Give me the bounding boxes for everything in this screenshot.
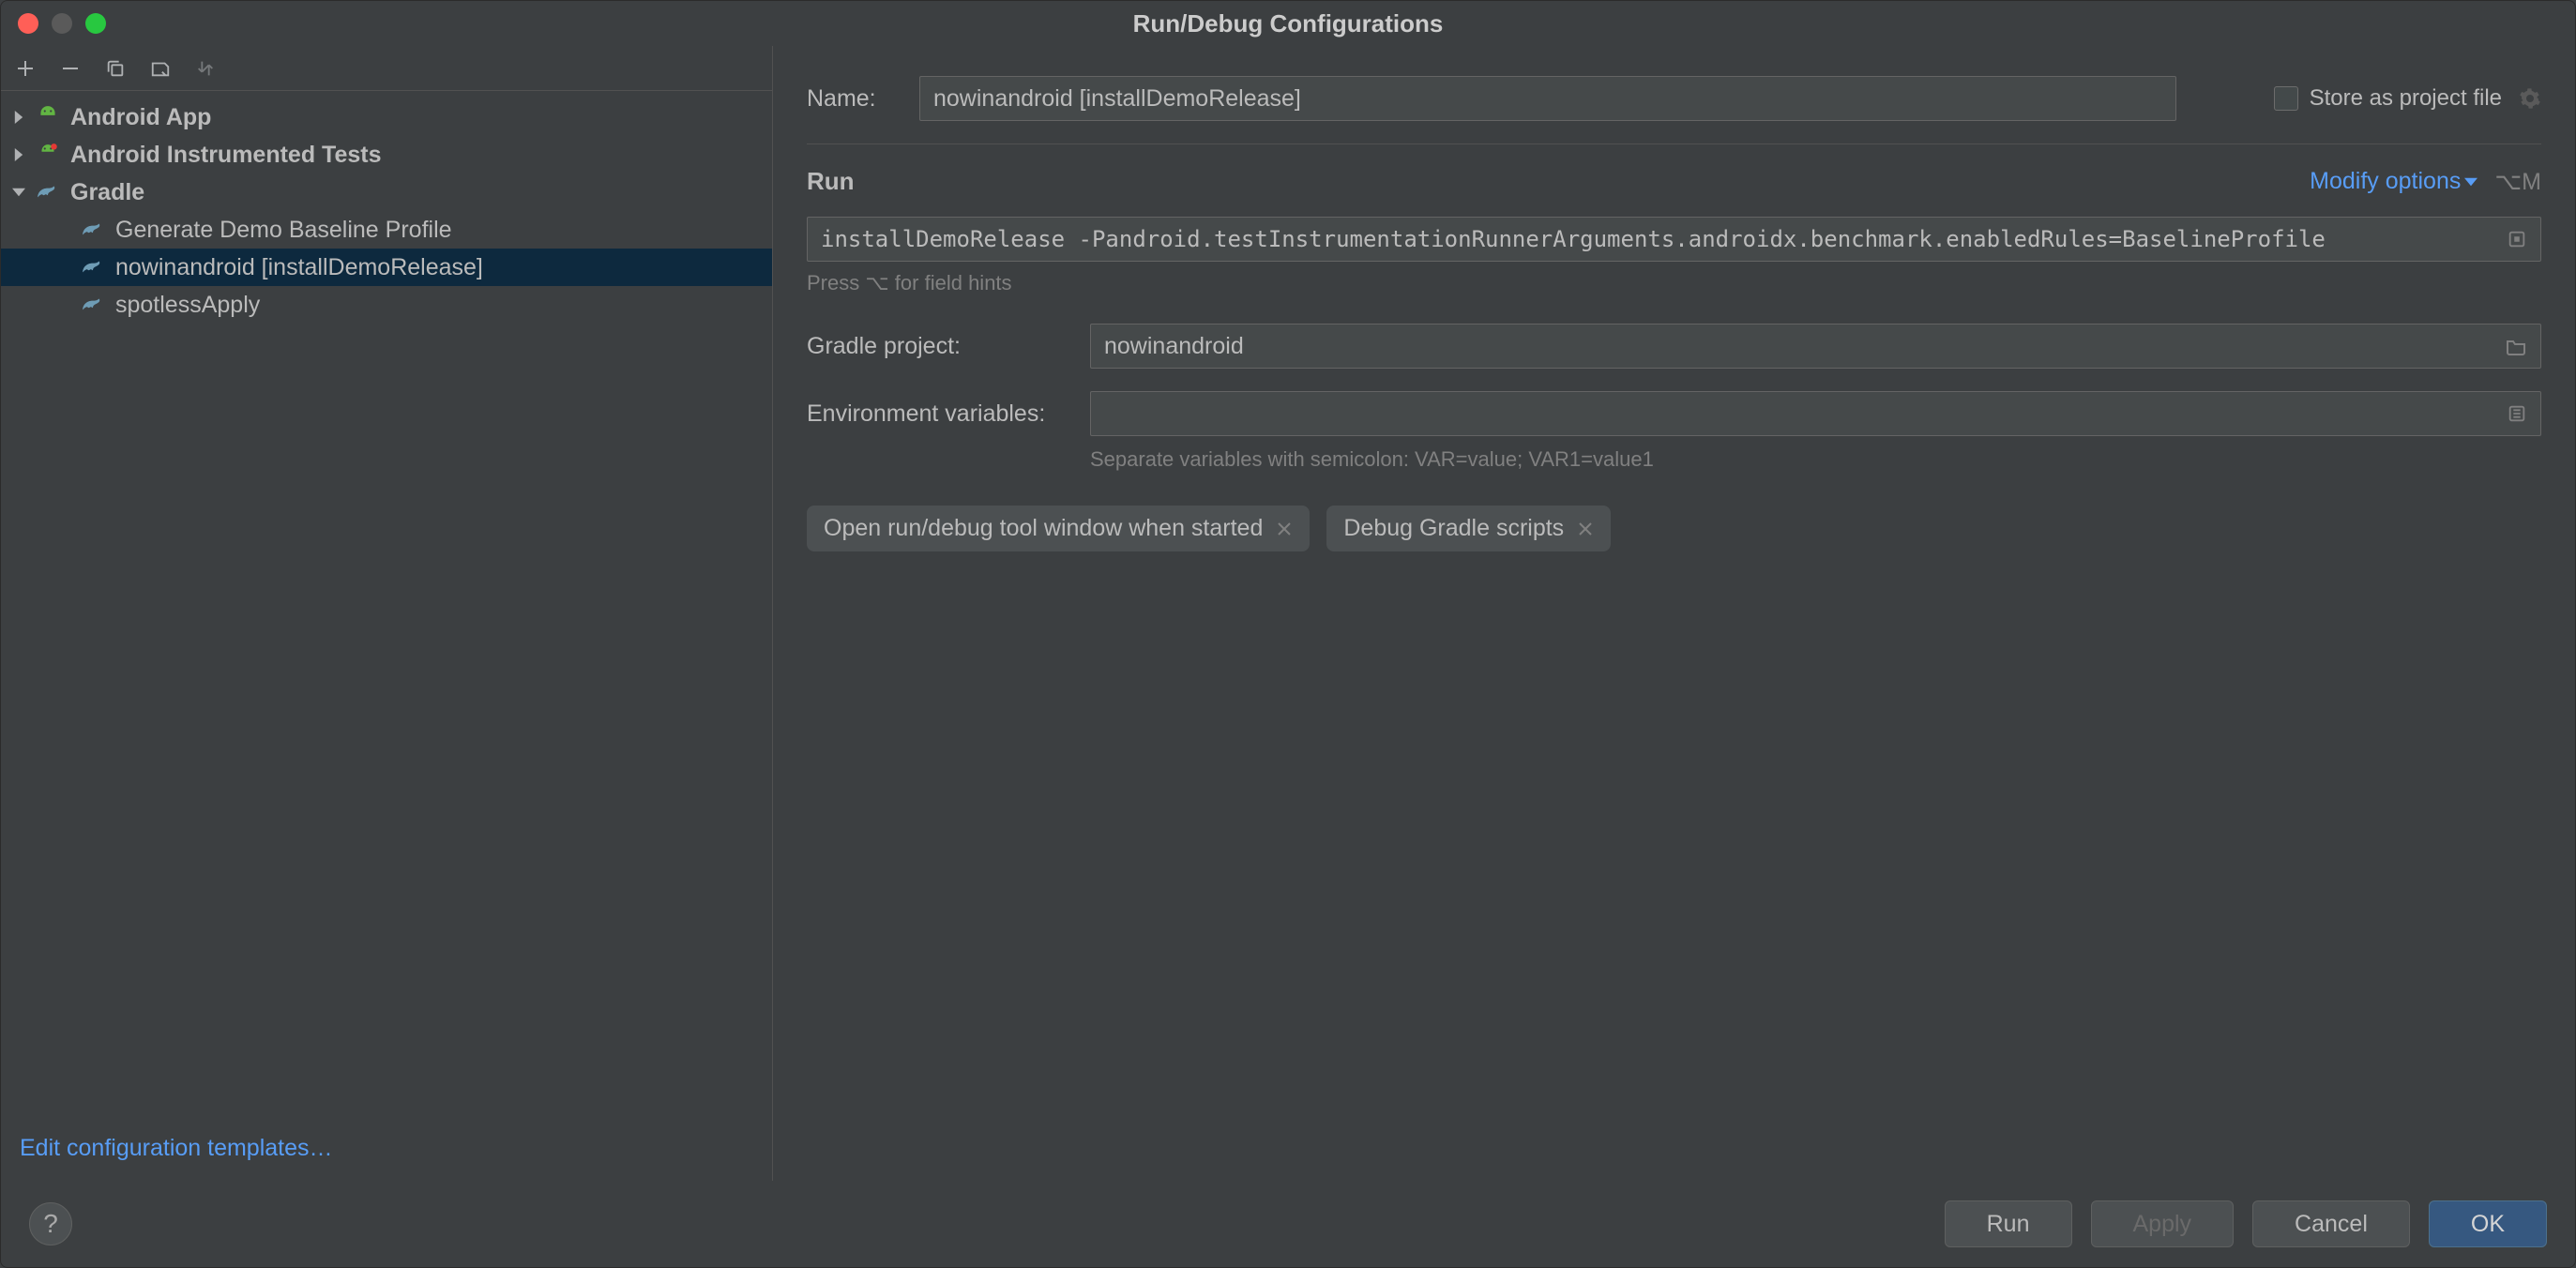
- gradle-icon: [80, 292, 106, 318]
- save-configuration-button[interactable]: [147, 55, 174, 82]
- traffic-lights: [18, 13, 106, 34]
- zoom-window-button[interactable]: [85, 13, 106, 34]
- option-chips: Open run/debug tool window when started …: [807, 506, 2541, 551]
- modify-options-link[interactable]: Modify options: [2310, 168, 2478, 195]
- gear-icon[interactable]: [2519, 87, 2541, 110]
- add-configuration-button[interactable]: [12, 55, 38, 82]
- config-content: Name: Store as project file Run Modify o…: [773, 46, 2575, 1181]
- expand-icon[interactable]: [2507, 229, 2527, 249]
- store-as-file-checkbox[interactable]: [2274, 86, 2298, 111]
- env-row: Environment variables:: [807, 391, 2541, 436]
- android-icon: [35, 104, 61, 130]
- configuration-tree: Android App Android Instrumented Tests: [1, 91, 772, 1116]
- store-as-file-label: Store as project file: [2310, 85, 2502, 112]
- copy-configuration-button[interactable]: [102, 55, 129, 82]
- tree-group-android-app[interactable]: Android App: [1, 98, 772, 136]
- tree-item-spotlessapply[interactable]: spotlessApply: [1, 286, 772, 324]
- tree-label: Generate Demo Baseline Profile: [115, 217, 452, 244]
- run-section-header: Run Modify options ⌥M: [807, 167, 2541, 196]
- run-debug-dialog: Run/Debug Configurations: [0, 0, 2576, 1268]
- env-field: [1090, 391, 2541, 436]
- titlebar: Run/Debug Configurations: [1, 1, 2575, 46]
- chevron-right-icon: [8, 144, 29, 165]
- tree-label: spotlessApply: [115, 292, 260, 319]
- gradle-project-input[interactable]: [1104, 325, 2505, 368]
- gradle-icon: [80, 254, 106, 280]
- button-bar: ? Run Apply Cancel OK: [1, 1181, 2575, 1267]
- tree-item-installdemorelease[interactable]: nowinandroid [installDemoRelease]: [1, 249, 772, 286]
- run-section-title: Run: [807, 167, 855, 196]
- name-label: Name:: [807, 85, 919, 113]
- help-button[interactable]: ?: [29, 1202, 72, 1245]
- chip-label: Open run/debug tool window when started: [824, 515, 1263, 542]
- chevron-down-icon: [8, 182, 29, 203]
- run-button[interactable]: Run: [1945, 1200, 2072, 1247]
- tree-label: Android App: [70, 104, 211, 131]
- close-icon[interactable]: [1276, 521, 1293, 537]
- gradle-project-row: Gradle project:: [807, 324, 2541, 369]
- separator: [807, 143, 2541, 144]
- name-row: Name: Store as project file: [807, 76, 2541, 121]
- gradle-project-label: Gradle project:: [807, 333, 1090, 360]
- tree-label: Gradle: [70, 179, 144, 206]
- close-icon[interactable]: [1577, 521, 1594, 537]
- env-label: Environment variables:: [807, 400, 1090, 428]
- tree-label: nowinandroid [installDemoRelease]: [115, 254, 483, 281]
- gradle-icon: [35, 179, 61, 205]
- chip-label: Debug Gradle scripts: [1343, 515, 1564, 542]
- modify-options-label: Modify options: [2310, 168, 2461, 195]
- ok-button[interactable]: OK: [2429, 1200, 2547, 1247]
- cancel-button[interactable]: Cancel: [2252, 1200, 2410, 1247]
- modify-options-shortcut: ⌥M: [2494, 168, 2541, 196]
- env-input[interactable]: [1104, 392, 2507, 435]
- name-input[interactable]: [919, 76, 2176, 121]
- folder-icon[interactable]: [2505, 336, 2527, 356]
- tree-group-gradle[interactable]: Gradle: [1, 174, 772, 211]
- android-test-icon: [35, 142, 61, 168]
- dialog-title: Run/Debug Configurations: [16, 9, 2560, 38]
- sidebar: Android App Android Instrumented Tests: [1, 46, 773, 1181]
- gradle-icon: [80, 217, 106, 243]
- chip-open-tool-window[interactable]: Open run/debug tool window when started: [807, 506, 1310, 551]
- edit-templates-link[interactable]: Edit configuration templates…: [20, 1135, 333, 1161]
- tree-label: Android Instrumented Tests: [70, 142, 382, 169]
- close-window-button[interactable]: [18, 13, 38, 34]
- sidebar-footer: Edit configuration templates…: [1, 1116, 772, 1181]
- toolbar: [1, 46, 772, 91]
- gradle-project-field: [1090, 324, 2541, 369]
- move-down-button[interactable]: [192, 55, 219, 82]
- main-area: Android App Android Instrumented Tests: [1, 46, 2575, 1181]
- minimize-window-button[interactable]: [52, 13, 72, 34]
- env-hint: Separate variables with semicolon: VAR=v…: [1090, 447, 2541, 472]
- chevron-right-icon: [8, 107, 29, 128]
- store-as-file-wrap: Store as project file: [2274, 85, 2541, 112]
- tree-group-android-instrumented[interactable]: Android Instrumented Tests: [1, 136, 772, 174]
- apply-button[interactable]: Apply: [2091, 1200, 2235, 1247]
- command-input[interactable]: [821, 226, 2507, 252]
- command-field-wrap: [807, 217, 2541, 262]
- chip-debug-gradle-scripts[interactable]: Debug Gradle scripts: [1326, 506, 1611, 551]
- remove-configuration-button[interactable]: [57, 55, 83, 82]
- command-hint: Press ⌥ for field hints: [807, 271, 2541, 295]
- expand-icon[interactable]: [2507, 403, 2527, 424]
- tree-item-generate-baseline[interactable]: Generate Demo Baseline Profile: [1, 211, 772, 249]
